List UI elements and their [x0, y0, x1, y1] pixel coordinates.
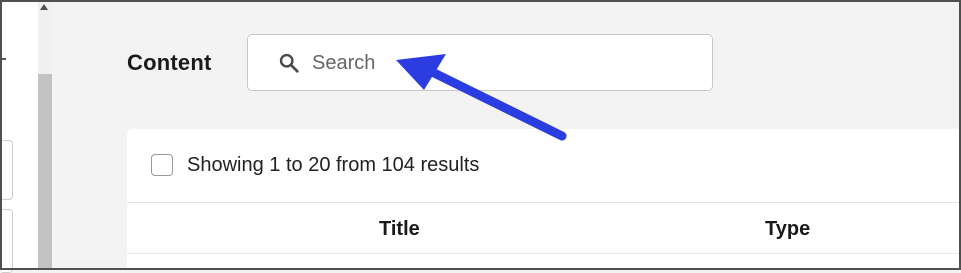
select-all-checkbox[interactable] [151, 154, 173, 176]
scrollbar-thumb[interactable] [38, 74, 52, 270]
results-summary: Showing 1 to 20 from 104 results [187, 154, 480, 176]
page-title: Content [127, 50, 212, 75]
column-header-title[interactable]: Title [379, 218, 420, 241]
divider [127, 253, 959, 254]
sidebar [2, 2, 39, 273]
search-icon [279, 53, 299, 73]
sidebar-field[interactable] [2, 140, 13, 200]
annotation-arrow [396, 54, 567, 141]
column-header-type[interactable]: Type [765, 218, 810, 241]
divider [127, 202, 959, 203]
results-panel: Showing 1 to 20 from 104 results Title T… [127, 129, 959, 268]
sidebar-field[interactable] [2, 209, 13, 273]
sidebar-scrollbar[interactable] [38, 2, 52, 270]
scroll-up-arrow-icon[interactable] [40, 4, 48, 10]
sidebar-tick [2, 58, 6, 60]
